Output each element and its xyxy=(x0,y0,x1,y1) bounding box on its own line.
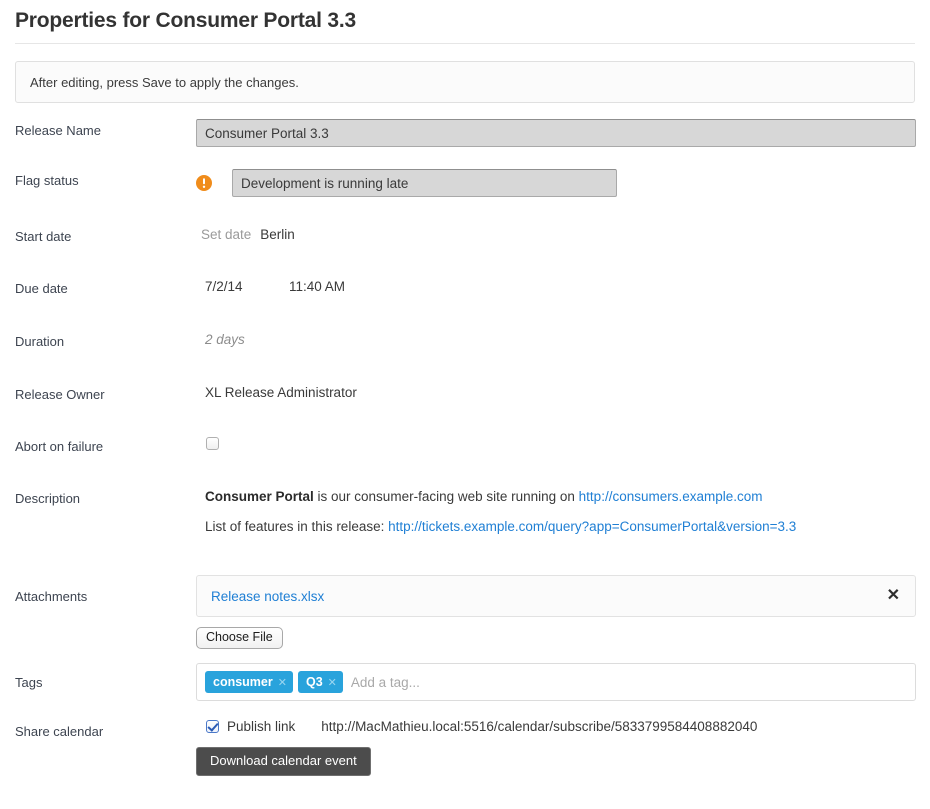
description-line-1-text: is our consumer-facing web site running … xyxy=(313,489,579,504)
field-release-name: Consumer Portal 3.3 xyxy=(196,119,916,147)
field-duration: 2 days xyxy=(196,330,915,350)
row-description: Description Consumer Portal is our consu… xyxy=(15,487,915,537)
publish-link-checkbox[interactable] xyxy=(206,720,219,733)
tag-pill[interactable]: consumer ✕ xyxy=(205,671,293,693)
label-description: Description xyxy=(15,491,81,506)
tag-close-icon[interactable]: ✕ xyxy=(328,676,337,689)
description-app-name: Consumer Portal xyxy=(205,489,314,504)
row-duration: Duration 2 days xyxy=(15,330,915,352)
description-line-2-text: List of features in this release: xyxy=(205,519,389,534)
row-flag-status: Flag status Development is running late xyxy=(15,169,915,197)
attachment-file-link[interactable]: Release notes.xlsx xyxy=(211,589,324,604)
due-time-input[interactable]: 11:40 AM xyxy=(289,277,345,297)
row-start-date: Start date Set date Berlin xyxy=(15,225,915,247)
field-due-date: 7/2/14 11:40 AM xyxy=(196,277,915,297)
add-tag-input[interactable] xyxy=(347,670,907,694)
label-flag-status: Flag status xyxy=(15,173,79,188)
tag-label: consumer xyxy=(213,675,273,689)
choose-file-button[interactable]: Choose File xyxy=(196,627,283,649)
release-owner-value[interactable]: XL Release Administrator xyxy=(205,385,357,400)
label-release-name: Release Name xyxy=(15,123,101,138)
info-banner-message: After editing, press Save to apply the c… xyxy=(30,74,299,90)
calendar-subscribe-url[interactable]: http://MacMathieu.local:5516/calendar/su… xyxy=(321,719,757,734)
label-share-calendar: Share calendar xyxy=(15,719,196,741)
label-tags-text: Tags xyxy=(15,675,43,690)
start-date-input[interactable]: Set date xyxy=(201,225,251,245)
row-attachments: Attachments Release notes.xlsx ✕ Choose … xyxy=(15,575,916,649)
description-tickets-link[interactable]: http://tickets.example.com/query?app=Con… xyxy=(388,519,796,534)
warning-exclamation-icon[interactable] xyxy=(196,175,212,191)
attachment-row: Release notes.xlsx ✕ xyxy=(196,575,916,617)
description-site-link[interactable]: http://consumers.example.com xyxy=(579,489,763,504)
duration-value: 2 days xyxy=(205,332,245,347)
row-due-date: Due date 7/2/14 11:40 AM xyxy=(15,277,915,299)
properties-form: Release Name Consumer Portal 3.3 Flag st… xyxy=(15,119,916,776)
tag-close-icon[interactable]: ✕ xyxy=(278,676,287,689)
tags-input-box[interactable]: consumer ✕ Q3 ✕ xyxy=(196,663,916,701)
abort-on-failure-checkbox[interactable] xyxy=(206,437,219,451)
field-tags: consumer ✕ Q3 ✕ xyxy=(196,663,916,701)
row-release-owner: Release Owner XL Release Administrator xyxy=(15,383,915,405)
release-name-input[interactable]: Consumer Portal 3.3 xyxy=(196,119,916,147)
label-duration: Duration xyxy=(15,334,65,349)
description-line-2: List of features in this release: http:/… xyxy=(205,517,915,537)
field-start-date: Set date Berlin xyxy=(196,225,915,245)
page-title: Properties for Consumer Portal 3.3 xyxy=(15,9,356,32)
label-start-date: Start date xyxy=(15,229,72,244)
label-tags: Tags xyxy=(15,663,196,692)
label-share-calendar-text: Share calendar xyxy=(15,724,104,739)
flag-status-input[interactable]: Development is running late xyxy=(232,169,617,197)
field-attachments: Release notes.xlsx ✕ Choose File xyxy=(196,575,916,649)
row-abort-on-failure: Abort on failure xyxy=(15,435,915,457)
close-icon[interactable]: ✕ xyxy=(886,588,901,604)
field-release-owner: XL Release Administrator xyxy=(196,383,915,403)
label-due-date: Due date xyxy=(15,281,68,296)
field-flag-status: Development is running late xyxy=(196,169,915,197)
field-share-calendar: Publish link http://MacMathieu.local:551… xyxy=(196,719,915,776)
publish-link-label: Publish link xyxy=(227,719,296,734)
tag-label: Q3 xyxy=(305,675,323,689)
label-release-owner: Release Owner xyxy=(15,387,105,402)
label-abort-on-failure: Abort on failure xyxy=(15,439,104,454)
tag-pill[interactable]: Q3 ✕ xyxy=(297,671,343,693)
title-divider xyxy=(15,43,915,44)
row-tags: Tags consumer ✕ Q3 ✕ xyxy=(15,663,916,701)
field-description: Consumer Portal is our consumer-facing w… xyxy=(196,487,915,537)
due-date-input[interactable]: 7/2/14 xyxy=(205,277,289,297)
download-calendar-event-button[interactable]: Download calendar event xyxy=(196,747,371,776)
start-date-timezone[interactable]: Berlin xyxy=(260,225,295,245)
field-abort-on-failure xyxy=(196,435,915,453)
description-line-1: Consumer Portal is our consumer-facing w… xyxy=(205,487,915,507)
info-banner: After editing, press Save to apply the c… xyxy=(15,61,915,103)
row-share-calendar: Share calendar Publish link http://MacMa… xyxy=(15,719,915,776)
label-attachments: Attachments xyxy=(15,575,196,606)
row-release-name: Release Name Consumer Portal 3.3 xyxy=(15,119,916,147)
label-attachments-text: Attachments xyxy=(15,589,88,604)
properties-page: Properties for Consumer Portal 3.3 After… xyxy=(0,0,930,809)
